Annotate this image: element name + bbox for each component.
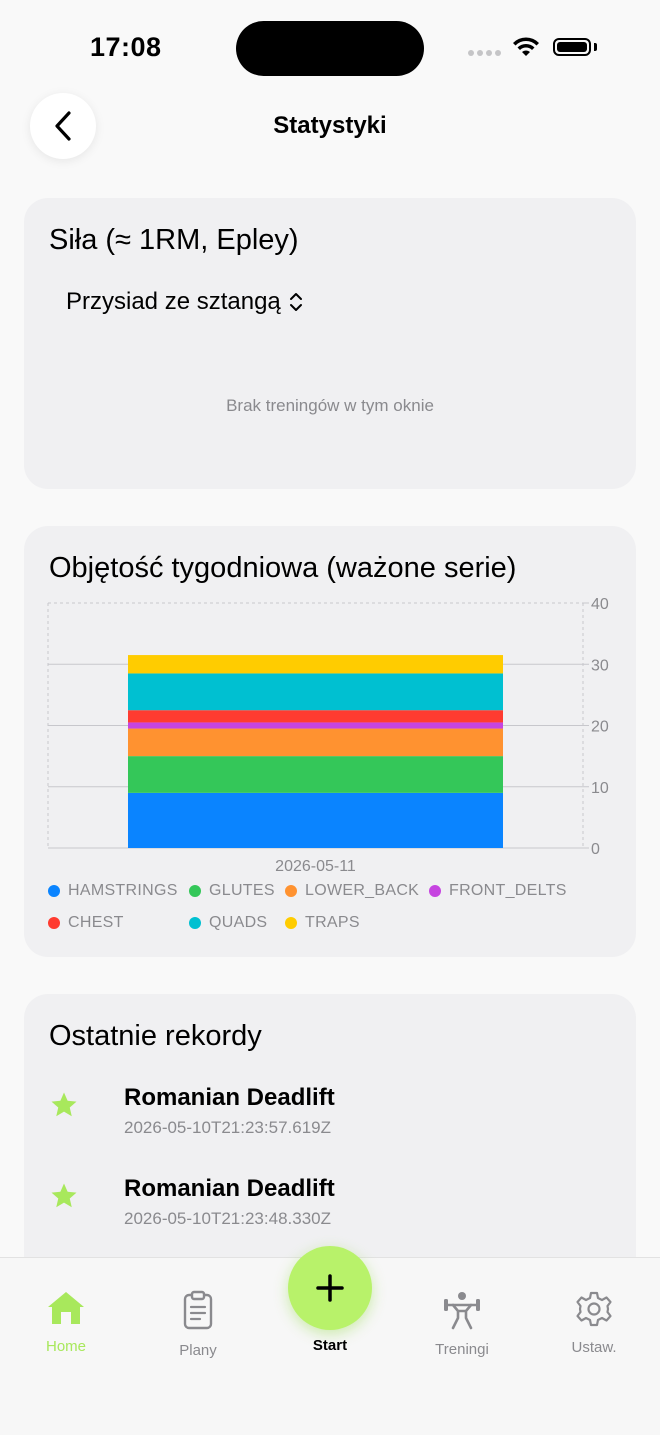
battery-cap: [594, 43, 597, 51]
star-icon: [51, 1183, 77, 1208]
nav-header: Statystyki: [0, 92, 660, 162]
tab-bar: Home Plany Start Treningi Ustaw.: [0, 1246, 660, 1435]
legend-dot: [429, 885, 441, 897]
status-bar: 17:08: [0, 0, 660, 96]
star-icon: [51, 1092, 77, 1117]
volume-card: Objętość tygodniowa (ważone serie) 0 10 20…: [24, 526, 636, 957]
legend-dot: [48, 917, 60, 929]
tab-plans-label: Plany: [179, 1342, 217, 1359]
page-title: Statystyki: [273, 112, 387, 139]
legend-item: TRAPS: [285, 914, 360, 932]
exercise-picker-label: Przysiad ze sztangą: [66, 288, 281, 315]
y-tick-label: 0: [591, 841, 600, 858]
status-time: 17:08: [90, 32, 162, 62]
empty-state-message: Brak treningów w tym oknie: [226, 396, 434, 415]
legend-label: TRAPS: [305, 914, 360, 931]
gear-icon: [528, 1290, 660, 1328]
y-tick-label: 30: [591, 657, 609, 674]
wifi-icon: [513, 37, 539, 56]
exercise-picker[interactable]: Przysiad ze sztangą: [66, 288, 303, 316]
bar-segment-chest: [128, 710, 503, 723]
cellular-signal-icon: [468, 50, 502, 58]
start-button[interactable]: [288, 1246, 372, 1330]
battery-icon: [553, 38, 591, 56]
weightlifter-icon: [396, 1290, 528, 1330]
legend-label: QUADS: [209, 914, 268, 931]
legend-item: GLUTES: [189, 882, 275, 900]
legend-dot: [189, 885, 201, 897]
y-tick-label: 10: [591, 780, 609, 797]
tab-home-label: Home: [45, 1338, 86, 1355]
bar-segment-quads: [128, 673, 503, 711]
tab-settings-label: Ustaw.: [571, 1339, 617, 1356]
legend-item: CHEST: [48, 914, 124, 932]
legend-dot: [48, 885, 60, 897]
legend-dot: [285, 885, 297, 897]
y-tick-label: 20: [591, 719, 609, 736]
legend-label: GLUTES: [209, 882, 275, 899]
chevron-up-down-icon: [289, 293, 302, 311]
volume-chart: 0 10 20 30 40 2026-05-11: [47, 596, 609, 875]
start-label: Start: [312, 1337, 348, 1354]
legend-label: CHEST: [68, 914, 124, 931]
legend-item: FRONT_DELTS: [429, 882, 567, 900]
legend-item: QUADS: [189, 914, 267, 932]
records-title: Ostatnie rekordy: [49, 1020, 262, 1052]
bar-segment-front_delts: [128, 722, 503, 729]
legend-label: LOWER_BACK: [305, 882, 420, 899]
plus-icon: [316, 1274, 344, 1302]
strength-title: Siła (≈ 1RM, Epley): [49, 224, 299, 256]
house-icon: [0, 1290, 132, 1326]
tab-workouts-label: Treningi: [435, 1341, 489, 1358]
bar-segment-hamstrings: [128, 792, 503, 848]
dynamic-island: [236, 21, 424, 76]
record-date: 2026-05-10T21:23:57.619Z: [124, 1118, 331, 1137]
bar-segment-glutes: [128, 756, 503, 793]
legend-label: FRONT_DELTS: [449, 882, 567, 899]
bar-segment-lower_back: [128, 728, 503, 757]
x-tick-label: 2026-05-11: [275, 858, 356, 875]
legend-item: LOWER_BACK: [285, 882, 419, 900]
legend-item: HAMSTRINGS: [48, 882, 178, 900]
strength-card: Siła (≈ 1RM, Epley) Przysiad ze sztangą …: [24, 198, 636, 489]
clipboard-icon: [132, 1290, 264, 1330]
legend-label: HAMSTRINGS: [68, 882, 178, 899]
legend-dot: [285, 917, 297, 929]
bar-segment-traps: [128, 655, 503, 674]
record-name: Romanian Deadlift: [124, 1084, 335, 1111]
legend-dot: [189, 917, 201, 929]
y-tick-label: 40: [591, 596, 609, 613]
record-date: 2026-05-10T21:23:48.330Z: [124, 1209, 331, 1228]
record-name: Romanian Deadlift: [124, 1175, 335, 1202]
